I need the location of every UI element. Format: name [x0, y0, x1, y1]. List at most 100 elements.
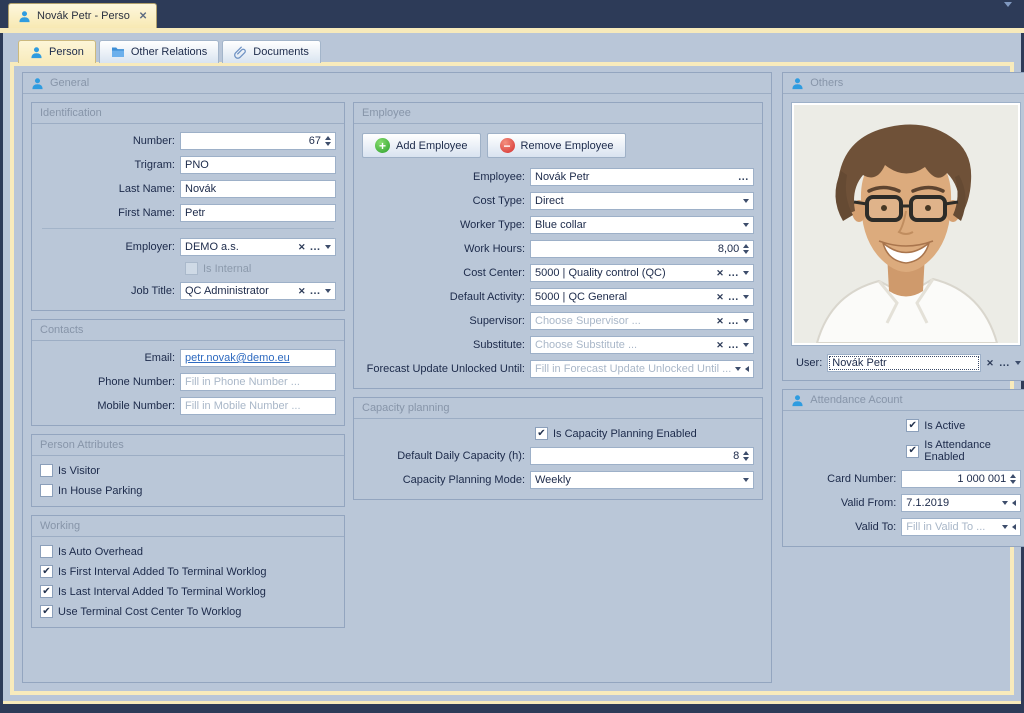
dropdown-icon[interactable]	[735, 367, 741, 371]
card-number-input[interactable]: 1 000 001	[901, 470, 1021, 488]
dropdown-icon[interactable]	[1002, 525, 1008, 529]
default-daily-capacity-input[interactable]: 8	[530, 447, 754, 465]
spin-up-icon[interactable]	[325, 136, 331, 140]
employer-lookup[interactable]: DEMO a.s. ✕ …	[180, 238, 336, 256]
trigram-input[interactable]: PNO	[180, 156, 336, 174]
checkbox-box[interactable]	[40, 545, 53, 558]
ellipsis-icon[interactable]: …	[728, 318, 740, 324]
dropdown-icon[interactable]	[1015, 361, 1021, 365]
clear-icon[interactable]: ✕	[716, 341, 724, 350]
checkbox-box-checked[interactable]: ✔	[40, 585, 53, 598]
document-tab-label: Novák Petr - Perso	[37, 10, 130, 22]
dropdown-icon[interactable]	[325, 245, 331, 249]
checkbox-in-house-parking[interactable]: In House Parking	[40, 484, 336, 497]
checkbox-is-active[interactable]: ✔ Is Active	[906, 419, 1021, 432]
tab-documents[interactable]: Documents	[222, 40, 321, 63]
checkbox-capacity-planning-enabled[interactable]: ✔ Is Capacity Planning Enabled	[535, 427, 754, 440]
dropdown-icon[interactable]	[743, 223, 749, 227]
remove-employee-button[interactable]: − Remove Employee	[487, 133, 627, 158]
checkbox-box[interactable]	[40, 464, 53, 477]
calendar-side-icon[interactable]	[1012, 524, 1016, 530]
field-valid-from: Valid From: 7.1.2019	[791, 494, 1021, 512]
valid-from-date[interactable]: 7.1.2019	[901, 494, 1021, 512]
tab-person[interactable]: Person	[18, 40, 96, 63]
cost-center-lookup[interactable]: 5000 | Quality control (QC) ✕ …	[530, 264, 754, 282]
spin-down-icon[interactable]	[743, 457, 749, 461]
checkbox-box-checked[interactable]: ✔	[40, 605, 53, 618]
dropdown-icon[interactable]	[1002, 501, 1008, 505]
last-name-input[interactable]: Novák	[180, 180, 336, 198]
dropdown-icon[interactable]	[743, 319, 749, 323]
calendar-side-icon[interactable]	[745, 366, 749, 372]
dropdown-icon[interactable]	[743, 199, 749, 203]
substitute-lookup[interactable]: Choose Substitute ... ✕ …	[530, 336, 754, 354]
checkbox-is-attendance-enabled[interactable]: ✔ Is Attendance Enabled	[906, 439, 1021, 463]
dropdown-icon[interactable]	[743, 295, 749, 299]
checkbox-first-interval[interactable]: ✔ Is First Interval Added To Terminal Wo…	[40, 565, 336, 578]
spin-down-icon[interactable]	[325, 142, 331, 146]
employee-picker[interactable]: Novák Petr …	[530, 168, 754, 186]
cost-type-select[interactable]: Direct	[530, 192, 754, 210]
ellipsis-icon[interactable]: …	[310, 244, 322, 250]
ellipsis-icon[interactable]: …	[738, 174, 750, 180]
email-link[interactable]: petr.novak@demo.eu	[185, 352, 331, 364]
checkbox-box-checked[interactable]: ✔	[906, 445, 919, 458]
field-last-name: Last Name: Novák	[40, 180, 336, 198]
add-employee-button[interactable]: + Add Employee	[362, 133, 481, 158]
checkbox-box-checked[interactable]: ✔	[535, 427, 548, 440]
tab-list-dropdown-icon[interactable]	[1004, 7, 1012, 19]
checkbox-is-auto-overhead[interactable]: Is Auto Overhead	[40, 545, 336, 558]
checkbox-last-interval[interactable]: ✔ Is Last Interval Added To Terminal Wor…	[40, 585, 336, 598]
dropdown-icon[interactable]	[743, 343, 749, 347]
spin-up-icon[interactable]	[1010, 474, 1016, 478]
phone-input[interactable]: Fill in Phone Number ...	[180, 373, 336, 391]
field-mobile-number: Mobile Number: Fill in Mobile Number ...	[40, 397, 336, 415]
checkbox-terminal-cost-center[interactable]: ✔ Use Terminal Cost Center To Worklog	[40, 605, 336, 618]
checkbox-box-checked[interactable]: ✔	[40, 565, 53, 578]
spin-down-icon[interactable]	[1010, 480, 1016, 484]
valid-to-date[interactable]: Fill in Valid To ...	[901, 518, 1021, 536]
calendar-side-icon[interactable]	[1012, 500, 1016, 506]
clear-icon[interactable]: ✕	[716, 293, 724, 302]
ellipsis-icon[interactable]: …	[728, 342, 740, 348]
dropdown-icon[interactable]	[743, 478, 749, 482]
work-hours-input[interactable]: 8,00	[530, 240, 754, 258]
tab-other-relations[interactable]: Other Relations	[99, 40, 219, 63]
field-cost-center: Cost Center: 5000 | Quality control (QC)…	[362, 264, 754, 282]
close-icon[interactable]: ✕	[139, 11, 147, 22]
checkbox-box-checked[interactable]: ✔	[906, 419, 919, 432]
spin-up-icon[interactable]	[743, 451, 749, 455]
capacity-planning-mode-select[interactable]: Weekly	[530, 471, 754, 489]
first-name-input[interactable]: Petr	[180, 204, 336, 222]
spin-down-icon[interactable]	[743, 250, 749, 254]
checkbox-box[interactable]	[40, 484, 53, 497]
person-photo[interactable]	[791, 102, 1021, 346]
spin-up-icon[interactable]	[743, 244, 749, 248]
capacity-planning-mode-label: Capacity Planning Mode:	[362, 474, 530, 486]
job-title-lookup[interactable]: QC Administrator ✕ …	[180, 282, 336, 300]
ellipsis-icon[interactable]: …	[999, 360, 1011, 366]
clear-icon[interactable]: ✕	[298, 287, 306, 296]
document-tab-bar: Novák Petr - Perso ✕	[0, 0, 1024, 28]
ellipsis-icon[interactable]: …	[310, 288, 322, 294]
clear-icon[interactable]: ✕	[716, 269, 724, 278]
worker-type-select[interactable]: Blue collar	[530, 216, 754, 234]
clear-icon[interactable]: ✕	[298, 243, 306, 252]
supervisor-lookup[interactable]: Choose Supervisor ... ✕ …	[530, 312, 754, 330]
number-input[interactable]: 67	[180, 132, 336, 150]
ellipsis-icon[interactable]: …	[728, 294, 740, 300]
default-activity-lookup[interactable]: 5000 | QC General ✕ …	[530, 288, 754, 306]
checkbox-is-visitor[interactable]: Is Visitor	[40, 464, 336, 477]
document-tab[interactable]: Novák Petr - Perso ✕	[8, 3, 157, 28]
group-capacity-planning-caption: Capacity planning	[354, 398, 762, 419]
user-input[interactable]: Novák Petr	[827, 354, 981, 372]
forecast-update-date[interactable]: Fill in Forecast Update Unlocked Until .…	[530, 360, 754, 378]
clear-icon[interactable]: ✕	[716, 317, 724, 326]
mobile-input[interactable]: Fill in Mobile Number ...	[180, 397, 336, 415]
email-input[interactable]: petr.novak@demo.eu	[180, 349, 336, 367]
clear-icon[interactable]: ✕	[986, 359, 994, 368]
ellipsis-icon[interactable]: …	[728, 270, 740, 276]
field-capacity-planning-mode: Capacity Planning Mode: Weekly	[362, 471, 754, 489]
dropdown-icon[interactable]	[743, 271, 749, 275]
dropdown-icon[interactable]	[325, 289, 331, 293]
